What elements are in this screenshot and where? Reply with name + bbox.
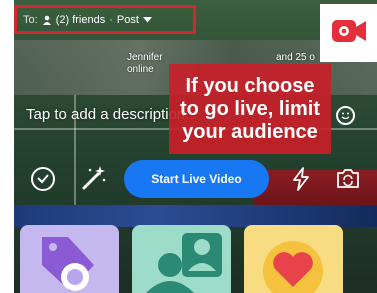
tagged-friend-name: Jennifer [127,52,163,63]
people-icon [132,233,231,293]
tag-icon [20,237,119,293]
camera-preview-banner [14,205,377,227]
tile-people[interactable] [132,225,231,293]
emoji-icon[interactable] [336,106,355,125]
tagged-friend-status: online [127,64,154,75]
live-video-composer: To: (2) friends · Post Jennifer online a… [14,0,377,293]
check-circle-icon[interactable] [30,166,56,197]
friends-label: (2) friends [55,13,106,26]
callout-line-2: to go live, limit [179,97,320,120]
live-video-icon-box [320,4,377,62]
flash-icon[interactable] [289,166,313,197]
start-live-video-button[interactable]: Start Live Video [124,160,269,198]
tile-reactions[interactable] [244,225,343,293]
instruction-callout: If you choose to go live, limit your aud… [169,64,331,154]
live-video-icon [331,19,366,47]
to-label: To: [23,13,38,26]
post-label: Post [116,13,139,26]
audience-selector[interactable]: To: (2) friends · Post [14,5,196,34]
callout-line-3: your audience [182,120,318,143]
magic-wand-icon[interactable] [80,164,108,197]
tagged-others: and 25 o [276,52,315,63]
caret-down-icon [142,16,152,23]
person-icon [42,15,52,25]
camera-flip-icon[interactable] [335,165,361,196]
tile-tag[interactable] [20,225,119,293]
separator: · [109,13,113,26]
callout-line-1: If you choose [185,74,315,97]
heart-icon [244,241,343,293]
